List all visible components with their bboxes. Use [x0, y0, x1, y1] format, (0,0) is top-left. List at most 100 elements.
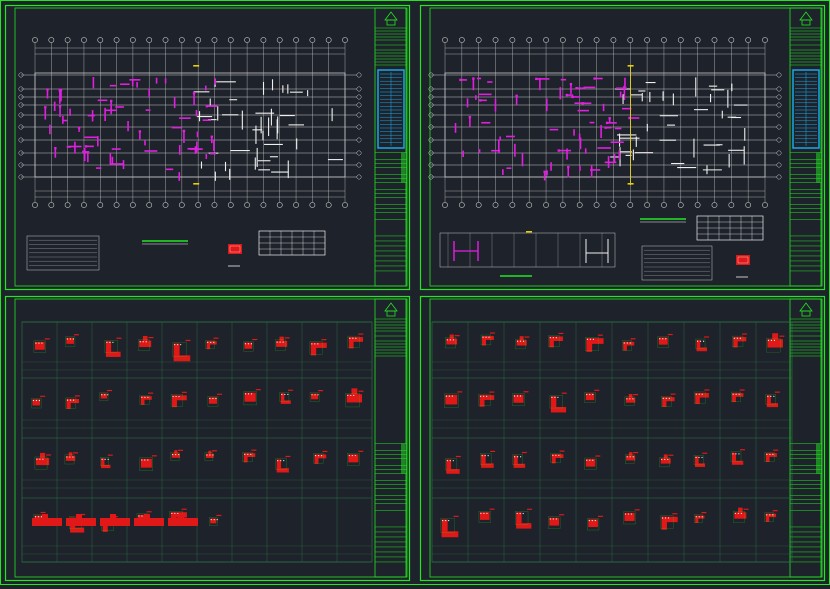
rebar-dot: [734, 512, 736, 515]
rebar-dot: [287, 393, 289, 396]
rebar-dot: [175, 395, 177, 398]
rebar-dot: [594, 519, 596, 522]
column-mark: [543, 170, 546, 174]
rebar-dot: [174, 512, 176, 515]
axis-bubble: [711, 202, 718, 208]
rebar-dot: [626, 342, 628, 344]
rebar-dot: [701, 456, 703, 459]
rebar-dot: [177, 344, 179, 346]
rebar-dot: [554, 396, 556, 398]
rebar-dot: [522, 512, 524, 515]
axis-bubble: [627, 37, 634, 43]
rebar-dot: [665, 397, 667, 399]
section-body: [68, 452, 73, 457]
column-mark: [54, 146, 57, 150]
rebar-dot: [740, 512, 742, 515]
highlight-mark: [526, 231, 532, 233]
axis-bubble: [559, 37, 566, 43]
column-section: [550, 450, 565, 464]
axis-bubble: [745, 202, 752, 208]
column-section: [623, 509, 640, 525]
section-body: [731, 460, 744, 465]
column-section: [345, 388, 364, 408]
rebar-dot: [209, 397, 211, 400]
axis-bubble: [146, 37, 153, 43]
rebar-dot: [213, 341, 215, 343]
axis-bubble: [492, 202, 499, 208]
cad-drawing-canvas[interactable]: [0, 0, 830, 585]
axis-bubble: [762, 202, 768, 208]
axis-bubble: [64, 202, 71, 208]
rebar-dot: [517, 456, 519, 458]
axis-bubble: [356, 112, 362, 118]
rebar-dot: [172, 395, 174, 398]
sheet-top-left[interactable]: [4, 4, 411, 291]
rebar-dot: [592, 393, 594, 396]
rebar-dot: [72, 456, 74, 458]
axis-bubble: [776, 94, 782, 100]
rebar-dot: [668, 397, 670, 399]
rebar-dot: [139, 341, 141, 343]
rebar-dot: [592, 338, 595, 340]
rebar-dot: [519, 512, 521, 515]
rebar-dot: [112, 341, 114, 344]
rebar-dot: [449, 460, 451, 462]
rebar-dot: [101, 394, 103, 396]
axis-bubble: [593, 37, 600, 43]
axis-bubble: [81, 37, 87, 43]
rebar-dot: [623, 342, 625, 344]
title-bar: [401, 152, 405, 183]
rebar-dot: [106, 341, 108, 344]
rebar-dot: [452, 339, 454, 341]
rebar-dot: [485, 336, 487, 338]
rebar-dot: [732, 453, 734, 455]
rebar-dot: [586, 459, 588, 461]
axis-bubble: [661, 202, 667, 208]
column-section: [549, 392, 567, 413]
rebar-dot: [147, 459, 149, 461]
rebar-dot: [107, 394, 109, 396]
column-section: [243, 389, 261, 406]
rebar-dot: [317, 343, 319, 345]
rebar-dot: [172, 453, 174, 456]
section-body: [276, 468, 289, 473]
rebar-dot: [347, 394, 349, 397]
column-section: [587, 515, 603, 531]
section-body: [628, 394, 633, 399]
column-mark: [44, 106, 47, 109]
sheet-top-right[interactable]: [419, 4, 826, 291]
logo-body: [801, 19, 811, 26]
rebar-dot: [311, 394, 313, 396]
rebar-dot: [449, 339, 451, 341]
axis-bubble: [309, 37, 316, 43]
section-body: [445, 394, 458, 405]
column-mark: [604, 126, 607, 129]
column-section: [730, 389, 745, 403]
rebar-dot: [144, 396, 146, 398]
rebar-dot: [629, 342, 631, 344]
title-bar: [816, 152, 820, 183]
title-block-frame: [789, 7, 823, 287]
rebar-dot: [558, 454, 560, 456]
rebar-dot: [209, 454, 211, 456]
axis-bubble: [728, 37, 735, 43]
rebar-dot: [766, 453, 768, 455]
column-section: [480, 450, 496, 468]
column-section: [279, 389, 293, 404]
rebar-dot: [629, 456, 631, 458]
axis-bubble: [356, 86, 362, 92]
title-block: [789, 298, 823, 578]
sheet-bottom-right[interactable]: [419, 295, 826, 582]
axis-bubble: [458, 202, 465, 208]
axis-bubble: [293, 37, 299, 43]
axis-bubble: [244, 202, 251, 208]
axis-bubble: [694, 37, 701, 43]
column-mark: [210, 135, 214, 138]
rebar-dot: [483, 395, 485, 397]
rebar-dot: [737, 512, 739, 515]
rebar-dot: [247, 453, 249, 455]
rebar-dot: [698, 516, 700, 518]
column-section: [695, 336, 710, 352]
rebar-dot: [629, 398, 631, 400]
sheet-bottom-left[interactable]: [4, 295, 411, 582]
